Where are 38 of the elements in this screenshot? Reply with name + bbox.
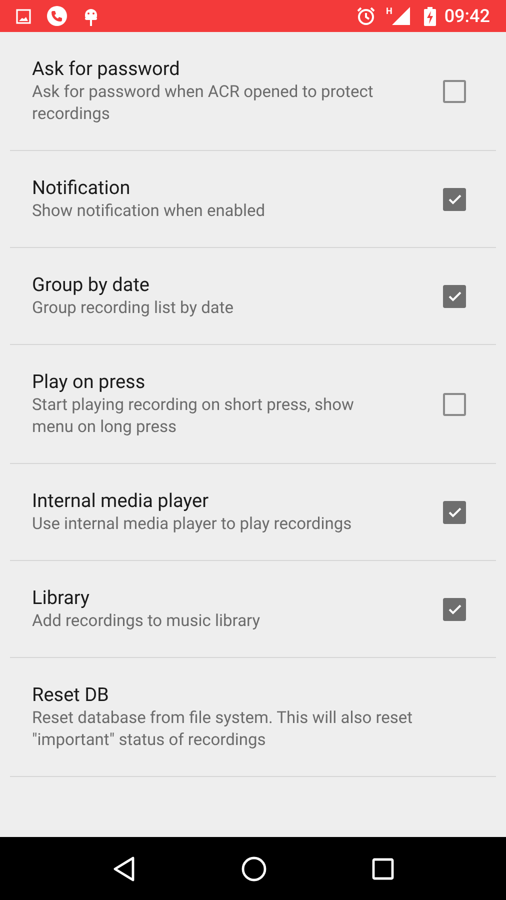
setting-title: Play on press — [32, 369, 146, 395]
setting-summary: Start playing recording on short press, show menu on long press — [32, 395, 355, 439]
setting-title: Notification — [32, 175, 132, 201]
setting-summary: Use internal media player to play recordings — [32, 514, 353, 536]
network-type: H — [386, 6, 392, 19]
settings-row[interactable]: Internal media player Use internal media player to play recordings — [10, 464, 496, 561]
setting-summary: Ask for password when ACR opened to protect recordings — [32, 82, 374, 126]
checkbox[interactable] — [443, 284, 466, 308]
setting-summary: Reset database from file system. This will also reset "important" status of recordings — [32, 708, 414, 752]
setting-summary: Show notification when enabled — [32, 201, 266, 223]
settings-row[interactable]: Notification Show notification when enabled — [10, 151, 496, 248]
battery-charging-icon — [424, 6, 436, 26]
home-icon[interactable] — [240, 856, 267, 882]
back-icon[interactable] — [112, 856, 136, 882]
clock: 09:42 — [444, 4, 490, 28]
checkbox[interactable] — [443, 392, 466, 416]
settings-row[interactable]: Library Add recordings to music library — [10, 561, 496, 658]
alarm-icon — [356, 6, 376, 26]
signal-icon — [392, 7, 410, 25]
settings-row[interactable]: Ask for password Ask for password when ACR opened to protect recordings — [10, 32, 496, 151]
checkbox[interactable] — [443, 598, 466, 620]
image-icon — [16, 8, 31, 24]
setting-title: Library — [32, 585, 91, 611]
checkbox[interactable] — [443, 500, 466, 524]
settings-row[interactable]: Reset DB Reset database from file system. This will also reset "important" status of recordings — [10, 658, 496, 777]
setting-title: Group by date — [32, 272, 150, 298]
checkbox[interactable] — [443, 188, 466, 210]
setting-title: Internal media player — [32, 488, 210, 514]
settings-row[interactable]: Group by date Group recording list by date — [10, 248, 496, 345]
checkbox[interactable] — [443, 80, 466, 102]
setting-title: Reset DB — [32, 682, 110, 708]
settings-row[interactable]: Play on press Start playing recording on short press, show menu on long press — [10, 345, 496, 464]
setting-summary: Group recording list by date — [32, 298, 235, 320]
android-icon — [83, 6, 99, 26]
setting-title: Ask for password — [32, 56, 181, 82]
recents-icon[interactable] — [372, 858, 394, 880]
phone-icon — [47, 6, 67, 26]
setting-summary: Add recordings to music library — [32, 611, 262, 633]
